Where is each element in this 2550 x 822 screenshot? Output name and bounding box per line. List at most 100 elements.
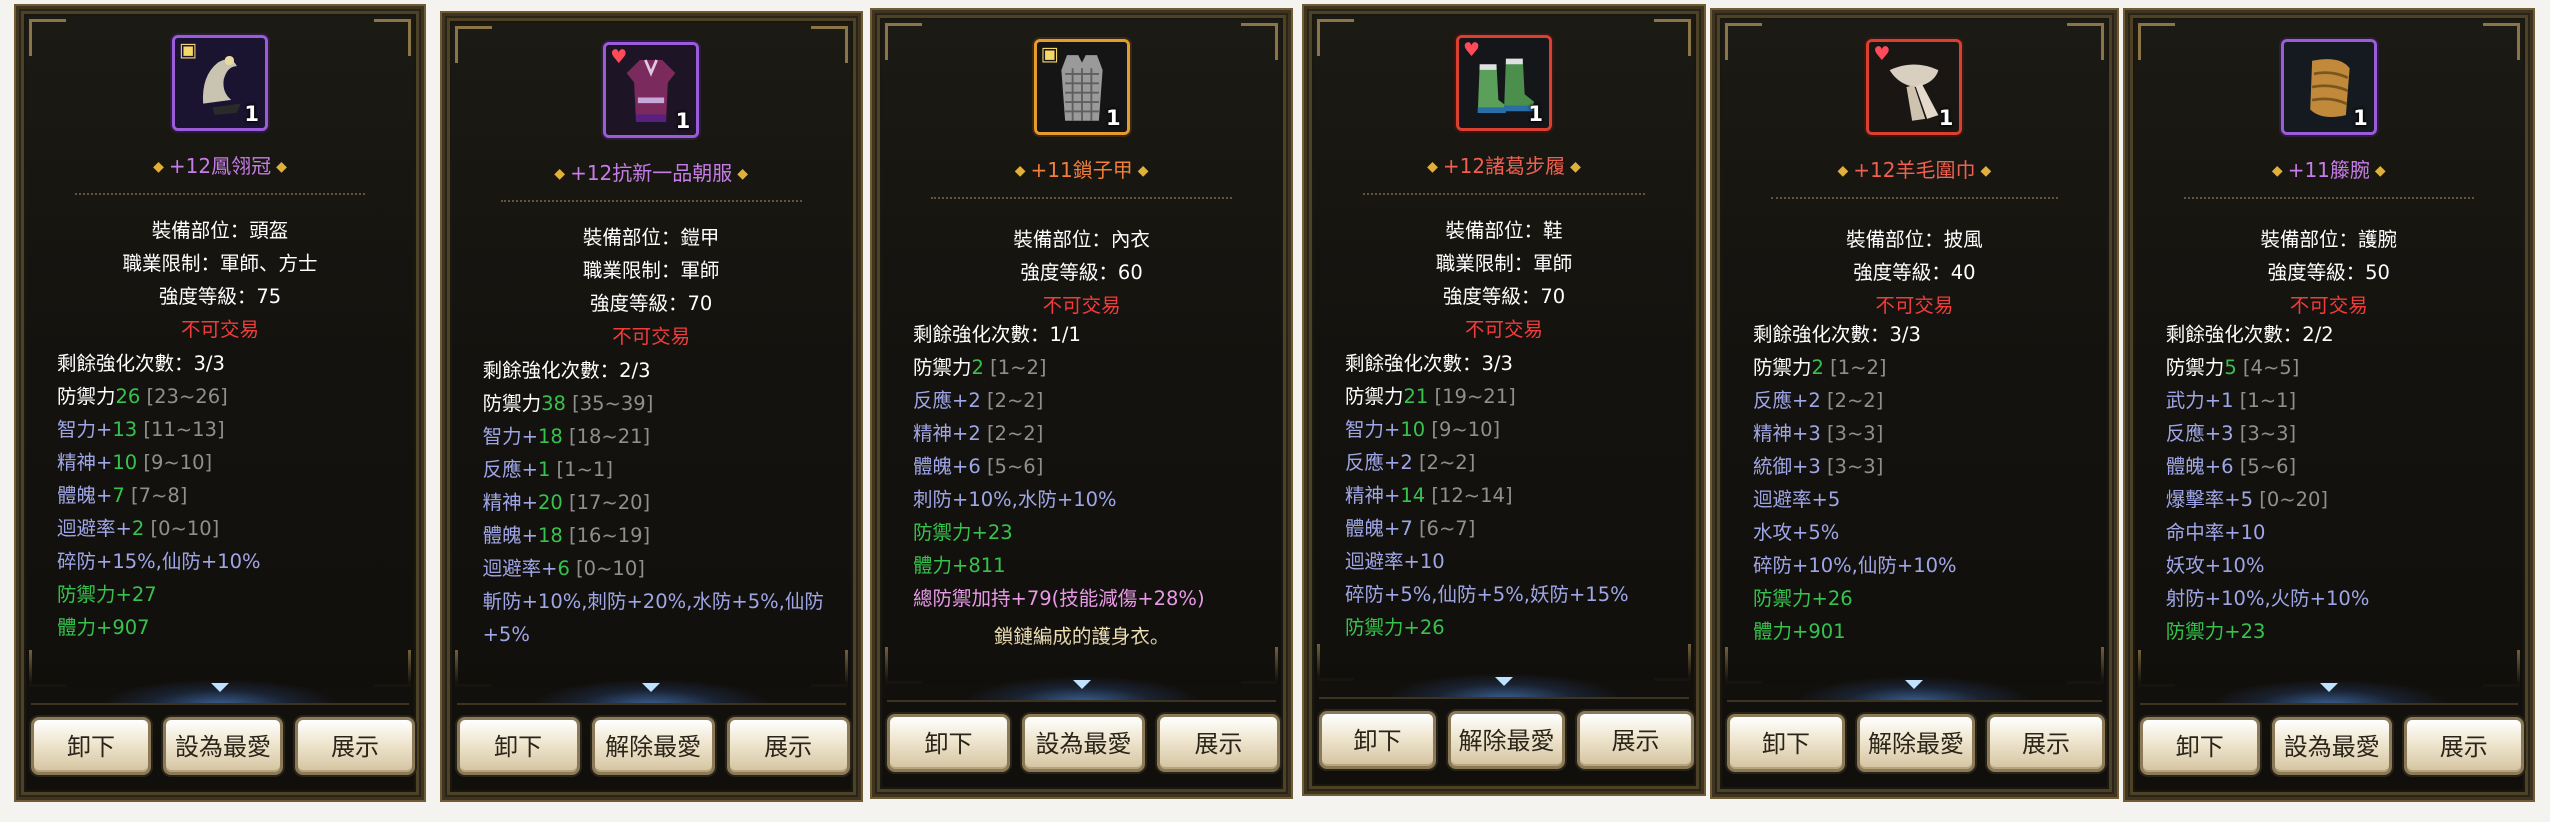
- item-name: +11籐腕: [2287, 157, 2370, 182]
- unequip-button[interactable]: 卸下: [2139, 716, 2260, 775]
- stat-line: 爆擊率+5 [0~20]: [2166, 483, 2504, 516]
- frame-corner-ornament: [29, 19, 66, 57]
- heart-icon: ♥: [1873, 42, 1891, 65]
- stat-line: 體魄+7 [7~8]: [57, 479, 395, 512]
- stat-line: 防禦力2 [1~2]: [913, 351, 1262, 384]
- stat-line: 智力+13 [11~13]: [57, 413, 395, 446]
- scarf-icon[interactable]: ♥ 1: [1866, 38, 1963, 135]
- show-button[interactable]: 展示: [1157, 713, 1280, 772]
- item-tooltip-panel: ♥ 1 ◆ +12羊毛圍巾 ◆ 裝備部位：披風 強度等級：40 不可交易 剩餘強化次數：3/3 防…: [1710, 7, 2119, 799]
- stat-range: [35~39]: [565, 391, 654, 415]
- action-bar: 卸下 設為最愛 展示: [31, 702, 415, 785]
- stat-range: [0~10]: [144, 517, 220, 541]
- stat-range: [5~6]: [2233, 454, 2297, 478]
- stat-line: 反應+3 [3~3]: [2166, 417, 2504, 450]
- stat-line: 精神+20 [17~20]: [483, 486, 832, 519]
- diamond-icon: ◆: [2374, 162, 2386, 179]
- stat-line: 武力+1 [1~1]: [2166, 384, 2504, 417]
- stat-range: [1~1]: [550, 457, 613, 481]
- stat-line: 體力+811: [913, 549, 1262, 582]
- stat-range: [23~26]: [140, 385, 228, 409]
- stat-text: 碎防+5%,仙防+5%,妖防+15%: [1345, 583, 1629, 607]
- stat-text: 命中率+10: [2165, 520, 2266, 544]
- diamond-icon: ◆: [1137, 162, 1149, 179]
- unequip-button[interactable]: 卸下: [1319, 710, 1436, 769]
- stat-line: 體魄+6 [5~6]: [2166, 450, 2504, 483]
- enhance-remaining: 剩餘強化次數：3/3: [1753, 322, 1921, 346]
- enhance-remaining: 剩餘強化次數：3/3: [1345, 352, 1513, 376]
- stat-line: 水攻+5%: [1753, 516, 2088, 549]
- action-bar: 卸下 解除最愛 展示: [1727, 699, 2105, 782]
- show-button[interactable]: 展示: [1577, 710, 1694, 769]
- frame-corner-ornament: [1725, 22, 1762, 60]
- frame-corner-ornament: [885, 22, 922, 60]
- show-button[interactable]: 展示: [726, 716, 850, 775]
- item-name-row: ◆ +11籐腕 ◆: [2128, 157, 2530, 184]
- show-button[interactable]: 展示: [1987, 713, 2105, 772]
- favorite-button[interactable]: 設為最愛: [2271, 716, 2392, 775]
- item-quantity: 1: [244, 102, 259, 127]
- diamond-icon: ◆: [1570, 159, 1581, 176]
- unfavorite-button[interactable]: 解除最愛: [1857, 713, 1975, 772]
- item-name: +12鳳翎冠: [168, 154, 272, 179]
- stat-text: 體魄+7: [1345, 517, 1413, 541]
- stat-text: 水攻+5%: [1753, 520, 1840, 544]
- strength-level: 強度等級：50: [2267, 260, 2390, 284]
- scroll-down-arrow-icon[interactable]: [1794, 675, 2035, 702]
- unequip-button[interactable]: 卸下: [1727, 713, 1845, 772]
- unequip-button[interactable]: 卸下: [31, 716, 151, 775]
- stat-text: 迴避率+: [482, 556, 558, 580]
- lock-icon: ▣: [1040, 42, 1059, 65]
- equip-slot: 裝備部位：鎧甲: [582, 225, 720, 249]
- stat-line: 反應+2 [2~2]: [1753, 384, 2088, 417]
- stat-value: 14: [1400, 484, 1426, 508]
- stat-text: 智力+: [482, 424, 538, 448]
- job-restriction: 職業限制：軍師: [582, 258, 720, 282]
- stat-value: 2: [1811, 355, 1824, 379]
- item-name: +12諸葛步履: [1442, 154, 1566, 179]
- frame-corner-ornament: [1317, 19, 1354, 57]
- divider: [75, 193, 365, 196]
- stat-line: 防禦力2 [1~2]: [1753, 351, 2088, 384]
- unfavorite-button[interactable]: 解除最愛: [591, 716, 715, 775]
- scroll-down-arrow-icon[interactable]: [100, 678, 340, 705]
- stat-text: 反應+2: [1345, 451, 1413, 475]
- bracer-icon[interactable]: 1: [2280, 38, 2377, 135]
- item-tooltip-panel: ♥ 1 ◆ +12抗新一品朝服 ◆ 裝備部位：鎧甲 職業限制：軍師 強度等級：70 不可交易 剩餘…: [439, 10, 863, 802]
- item-tooltip-panel: 1 ◆ +11籐腕 ◆ 裝備部位：護腕 強度等級：50 不可交易 剩餘強化次數：2/2 防禦力5…: [2122, 7, 2535, 802]
- favorite-button[interactable]: 設為最愛: [163, 716, 283, 775]
- robe-icon[interactable]: ♥ 1: [603, 41, 700, 138]
- helmet-icon[interactable]: ▣ 1: [172, 35, 268, 132]
- stat-value: 21: [1403, 385, 1429, 409]
- show-button[interactable]: 展示: [295, 716, 415, 775]
- stat-line: 防禦力38 [35~39]: [483, 387, 832, 420]
- stat-text: 迴避率+10: [1345, 550, 1445, 574]
- scroll-down-arrow-icon[interactable]: [2208, 678, 2449, 705]
- scroll-down-arrow-icon[interactable]: [531, 678, 772, 705]
- item-quantity: 1: [2353, 105, 2368, 130]
- stat-text: 防禦力: [2165, 355, 2225, 379]
- unfavorite-button[interactable]: 解除最愛: [1448, 710, 1565, 769]
- item-tooltip-panel: ▣ 1 ◆ +11鎖子甲 ◆ 裝備部位：內衣 強度等級：60 不可交易 剩餘強化次數：1/1 防禦…: [869, 7, 1294, 799]
- unequip-button[interactable]: 卸下: [456, 716, 580, 775]
- unequip-button[interactable]: 卸下: [887, 713, 1010, 772]
- item-info: 裝備部位：披風 強度等級：40 不可交易: [1715, 223, 2114, 322]
- chainmail-icon[interactable]: ▣ 1: [1033, 38, 1130, 135]
- boots-icon[interactable]: ♥ 1: [1456, 35, 1552, 132]
- stat-text: 反應+: [482, 457, 538, 481]
- favorite-button[interactable]: 設為最愛: [1022, 713, 1145, 772]
- stat-line: 體魄+6 [5~6]: [913, 450, 1262, 483]
- scroll-down-arrow-icon[interactable]: [961, 675, 1202, 702]
- frame-corner-ornament: [1654, 19, 1691, 57]
- heart-icon: ♥: [1463, 39, 1481, 62]
- stat-line: 刺防+10%,水防+10%: [913, 483, 1262, 516]
- stat-value: 1: [537, 457, 551, 481]
- stat-range: [17~20]: [562, 490, 651, 514]
- scroll-down-arrow-icon[interactable]: [1384, 672, 1624, 699]
- show-button[interactable]: 展示: [2403, 716, 2524, 775]
- stat-text: 總防禦加持+79(技能減傷+28%): [913, 586, 1205, 610]
- frame-corner-ornament: [2137, 22, 2175, 60]
- action-bar: 卸下 設為最愛 展示: [2139, 702, 2524, 785]
- stat-line: 迴避率+5: [1753, 483, 2088, 516]
- stat-line: 防禦力21 [19~21]: [1345, 380, 1675, 413]
